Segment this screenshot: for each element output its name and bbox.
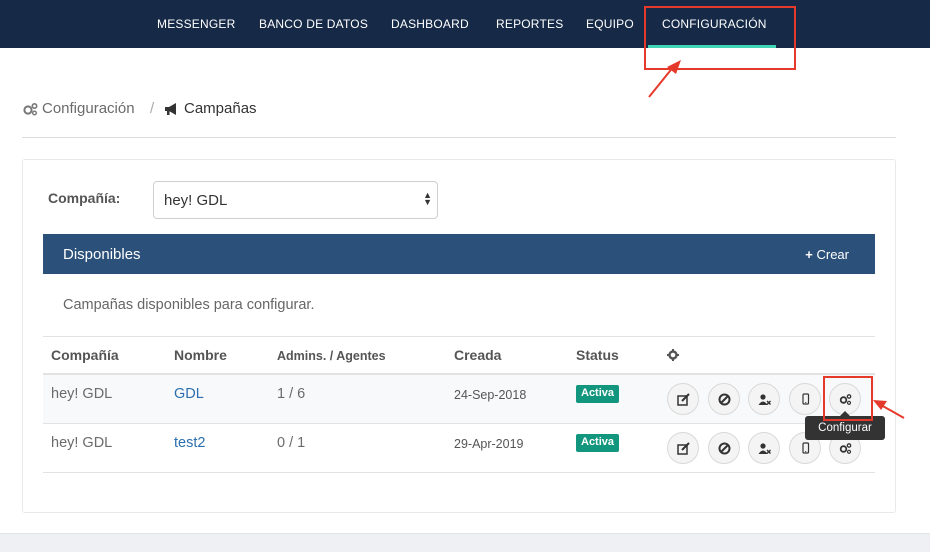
status-badge: Activa	[576, 385, 620, 403]
breadcrumb-separator: /	[150, 100, 155, 117]
row-admins-agents: 0 / 1	[277, 435, 306, 451]
breadcrumb-configuracion[interactable]: Configuración	[42, 100, 135, 118]
column-header-name: Nombre	[174, 347, 227, 363]
remove-user-button[interactable]	[748, 432, 780, 464]
remove-user-icon	[758, 394, 771, 405]
block-button[interactable]	[708, 432, 740, 464]
mobile-icon	[802, 393, 810, 405]
column-header-admins-agents: Admins. / Agentes	[277, 349, 386, 363]
create-button[interactable]: + Crear	[805, 247, 849, 262]
annotation-arrow-up-icon	[648, 60, 681, 98]
configure-icon	[839, 443, 852, 454]
mobile-button[interactable]	[789, 383, 821, 415]
row-divider	[43, 472, 875, 473]
edit-icon	[677, 393, 690, 406]
column-header-created: Creada	[454, 347, 502, 363]
row-created: 29-Apr-2019	[454, 437, 524, 451]
row-name-link[interactable]: GDL	[174, 386, 204, 402]
panel-description: Campañas disponibles para configurar.	[63, 297, 315, 313]
table-top-border	[43, 336, 875, 337]
footer-band	[0, 533, 930, 552]
block-icon	[718, 393, 731, 406]
row-company: hey! GDL	[51, 386, 113, 402]
edit-button[interactable]	[667, 383, 699, 415]
megaphone-icon	[165, 103, 176, 115]
row-created: 24-Sep-2018	[454, 388, 527, 402]
nav-item-reportes[interactable]: REPORTES	[496, 17, 563, 33]
row-admins-agents: 1 / 6	[277, 386, 306, 402]
nav-item-dashboard[interactable]: DASHBOARD	[391, 17, 469, 33]
remove-user-button[interactable]	[748, 383, 780, 415]
block-icon	[718, 442, 731, 455]
company-select-value: hey! GDL	[164, 192, 228, 209]
divider	[22, 137, 896, 138]
create-button-label: Crear	[816, 247, 849, 262]
select-arrows-icon: ▲ ▼	[423, 190, 432, 207]
company-label: Compañía:	[48, 190, 121, 206]
highlight-box-configure	[823, 376, 873, 421]
breadcrumb-campanas: Campañas	[184, 100, 257, 117]
edit-icon	[677, 442, 690, 455]
remove-user-icon	[758, 443, 771, 454]
panel-title: Disponibles	[63, 246, 141, 263]
row-name-link[interactable]: test2	[174, 435, 205, 451]
mobile-icon	[802, 442, 810, 454]
status-badge: Activa	[576, 434, 620, 452]
gears-icon	[23, 102, 38, 116]
plus-icon: +	[805, 247, 813, 262]
nav-item-banco-de-datos[interactable]: BANCO DE DATOS	[259, 17, 368, 33]
nav-item-equipo[interactable]: EQUIPO	[586, 17, 634, 33]
annotation-arrow-left-icon	[873, 400, 905, 419]
edit-button[interactable]	[667, 432, 699, 464]
column-header-company: Compañía	[51, 347, 119, 363]
nav-item-messenger[interactable]: MESSENGER	[157, 17, 235, 33]
row-company: hey! GDL	[51, 435, 113, 451]
company-select[interactable]: hey! GDL ▲ ▼	[153, 181, 438, 219]
panel-header: Disponibles + Crear	[43, 234, 875, 274]
gear-icon	[667, 349, 679, 361]
column-header-status: Status	[576, 347, 619, 363]
block-button[interactable]	[708, 383, 740, 415]
